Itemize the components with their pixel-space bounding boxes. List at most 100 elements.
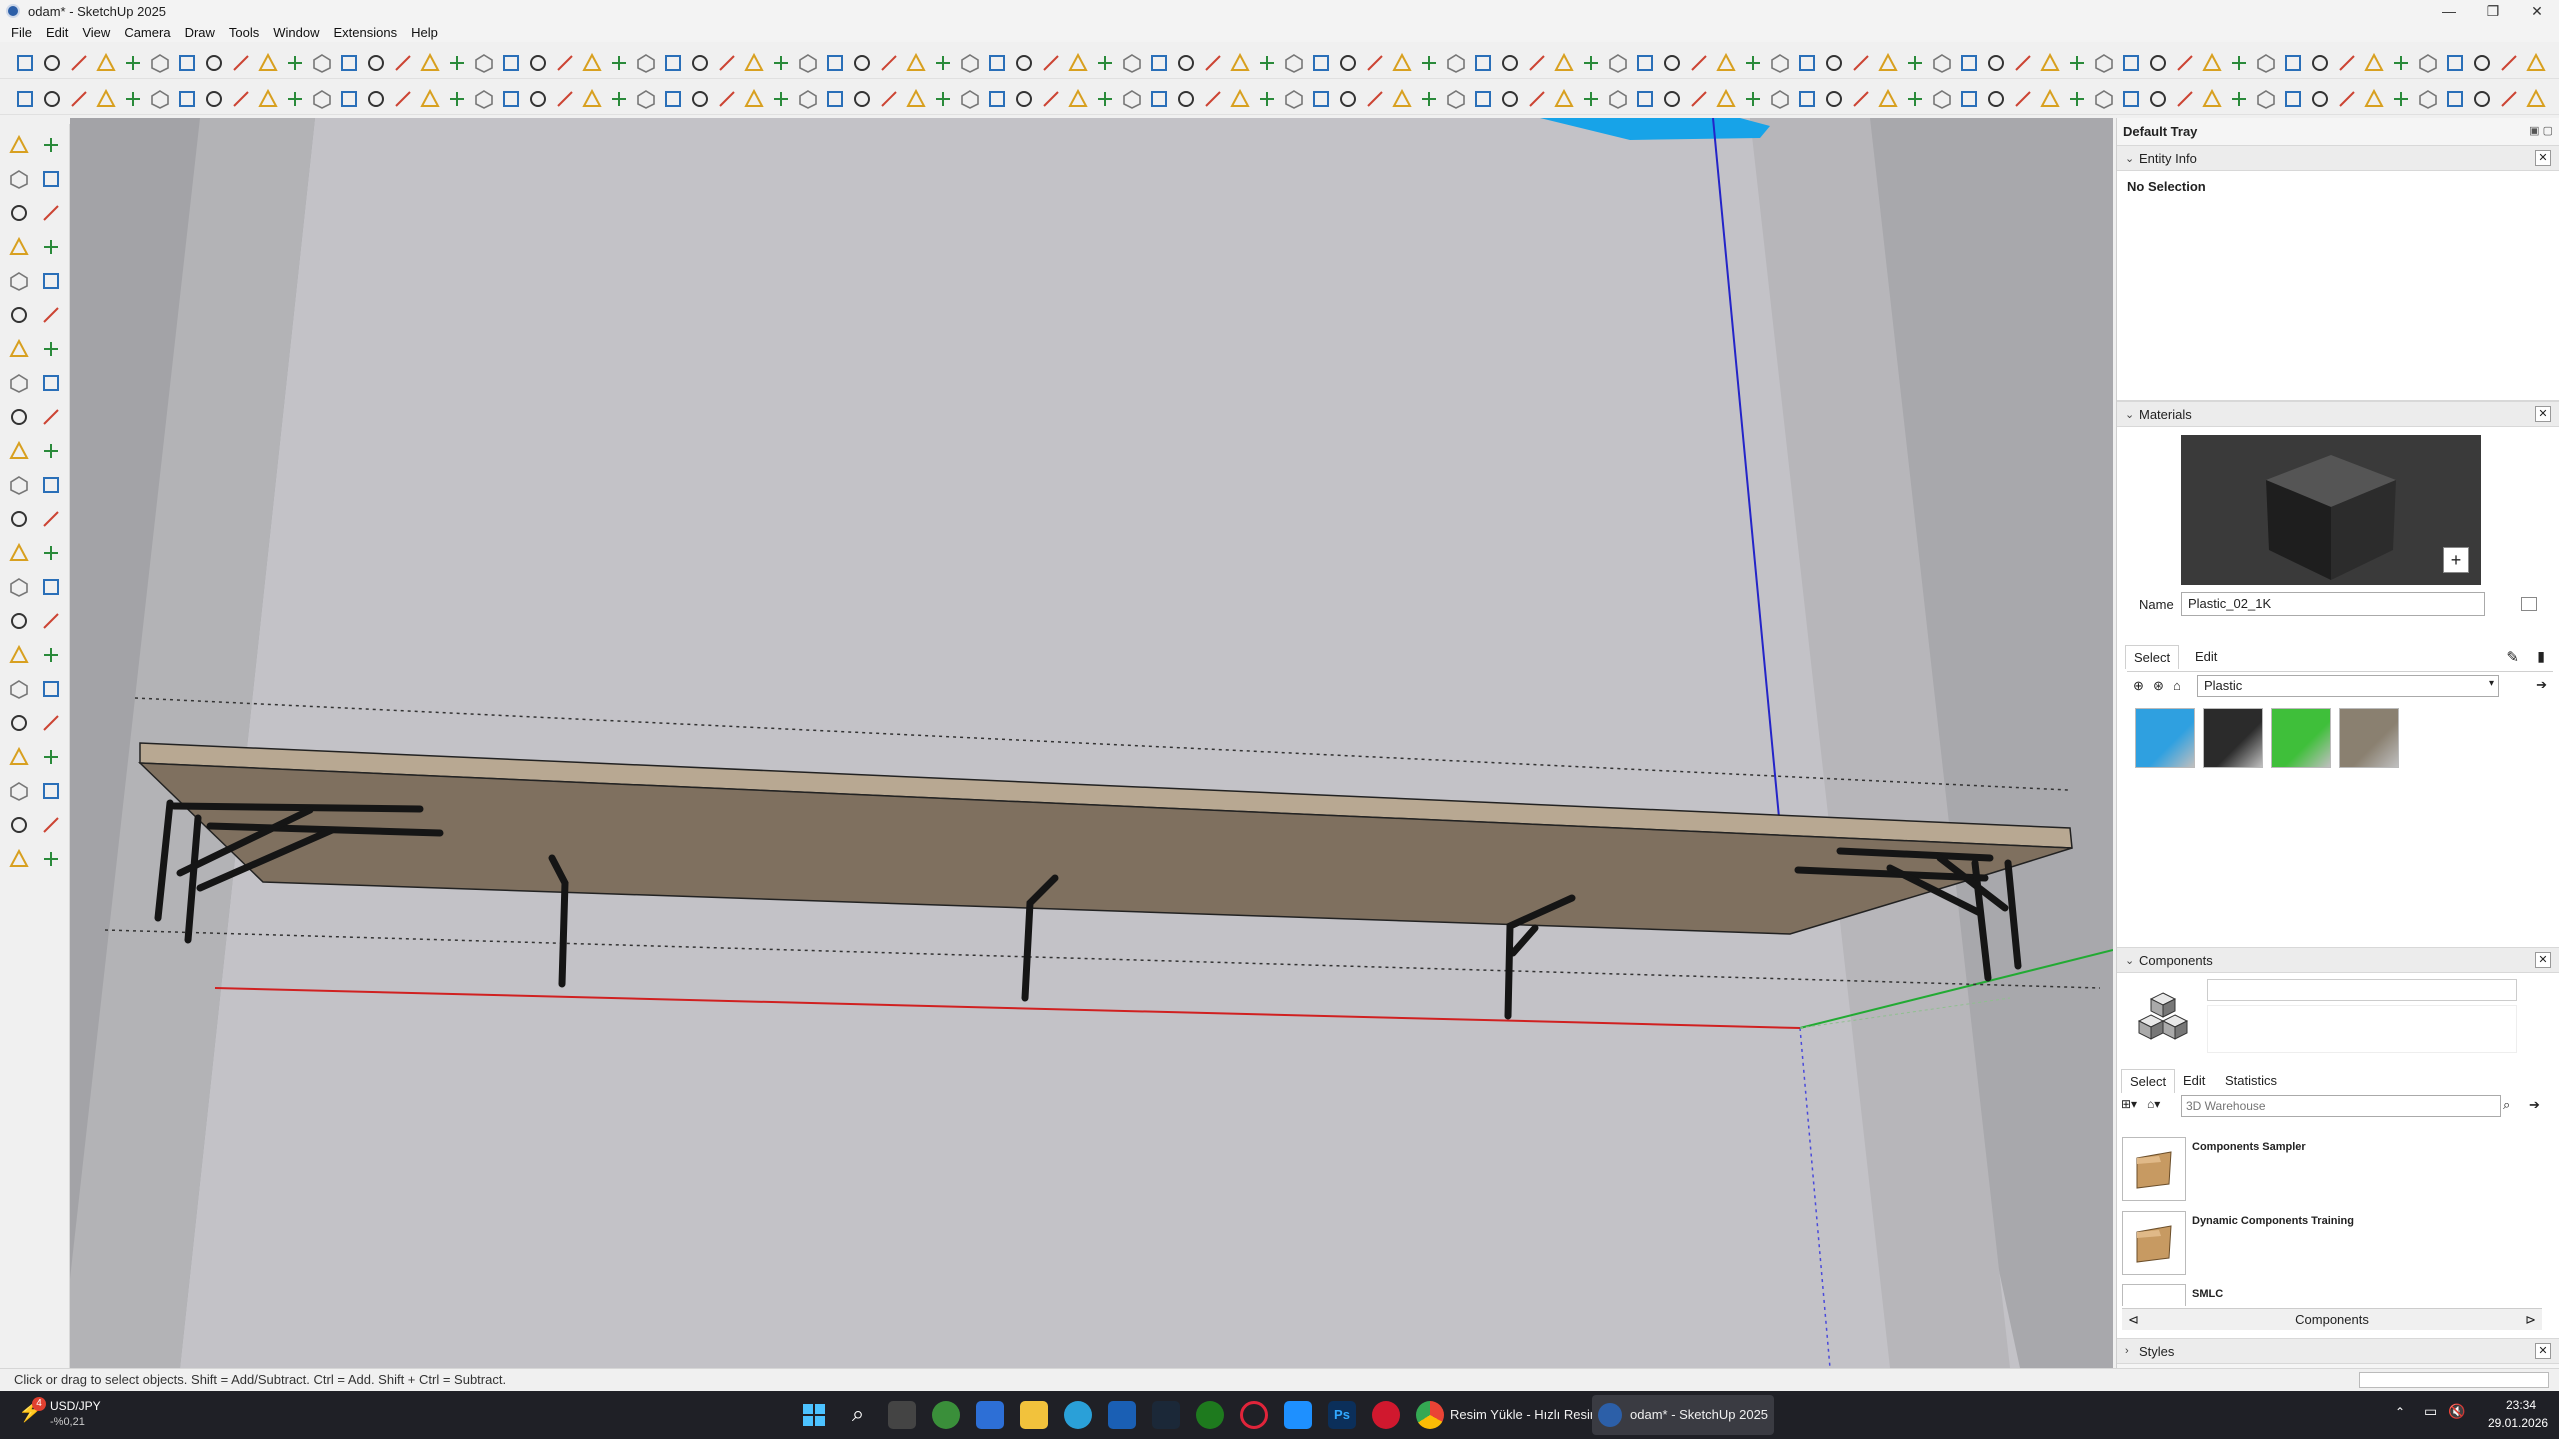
3d-text-icon[interactable]: [797, 88, 819, 110]
component-list-item[interactable]: Dynamic Components Training: [2122, 1211, 2542, 1283]
styles-header[interactable]: › Styles ✕: [2117, 1338, 2559, 1364]
fog-icon[interactable]: [40, 814, 62, 836]
tray-overflow-icon[interactable]: ⌃: [2395, 1405, 2405, 1419]
fog-icon[interactable]: [500, 88, 522, 110]
arc-icon[interactable]: [2201, 52, 2223, 74]
close-icon[interactable]: [2498, 88, 2520, 110]
rotate-icon[interactable]: [176, 52, 198, 74]
line-icon[interactable]: [554, 88, 576, 110]
move-icon[interactable]: [1823, 52, 1845, 74]
3d-text-icon[interactable]: [2417, 52, 2439, 74]
media-player-icon[interactable]: [1372, 1401, 1400, 1429]
forward-arrow-icon[interactable]: ⊳: [2525, 1309, 2536, 1331]
dimension-icon[interactable]: [1526, 52, 1548, 74]
zoom-icon[interactable]: [284, 52, 306, 74]
group-icon[interactable]: [392, 88, 414, 110]
protractor-icon[interactable]: [2363, 52, 2385, 74]
close-icon[interactable]: [1688, 52, 1710, 74]
group-icon[interactable]: [2012, 88, 2034, 110]
close-entity-info-icon[interactable]: ✕: [2535, 150, 2551, 166]
style-icon[interactable]: [1256, 52, 1278, 74]
messenger-icon[interactable]: [1284, 1401, 1312, 1429]
new-icon[interactable]: [824, 88, 846, 110]
text-icon[interactable]: [689, 52, 711, 74]
new-icon[interactable]: [14, 88, 36, 110]
axes-icon[interactable]: [770, 88, 792, 110]
dimension-icon[interactable]: [2336, 88, 2358, 110]
rotate-icon[interactable]: [176, 88, 198, 110]
paint-icon[interactable]: [1715, 52, 1737, 74]
photoshop-icon[interactable]: Ps: [1328, 1401, 1356, 1429]
layer-icon[interactable]: [8, 780, 30, 802]
polygon-icon[interactable]: [40, 406, 62, 428]
line-icon[interactable]: [554, 52, 576, 74]
eraser-icon[interactable]: [122, 88, 144, 110]
component-description-field[interactable]: [2207, 1005, 2517, 1053]
settings-icon[interactable]: [41, 88, 63, 110]
file-explorer-icon[interactable]: [1020, 1401, 1048, 1429]
close-icon[interactable]: [68, 52, 90, 74]
move-icon[interactable]: [1823, 88, 1845, 110]
polygon-icon[interactable]: [2282, 88, 2304, 110]
component-list-item[interactable]: Components Sampler: [2122, 1137, 2542, 1209]
zoom-icon[interactable]: [1904, 88, 1926, 110]
pan-icon[interactable]: [1067, 88, 1089, 110]
zoom-icon[interactable]: [40, 678, 62, 700]
eyedropper-icon[interactable]: ✎: [2506, 648, 2519, 666]
menu-camera[interactable]: Camera: [117, 25, 177, 40]
materials-tab-select[interactable]: Select: [2125, 645, 2180, 669]
arc-icon[interactable]: [8, 372, 30, 394]
xray-icon[interactable]: [527, 52, 549, 74]
material-name-input[interactable]: Plastic_02_1K: [2181, 592, 2485, 616]
materials-tab-edit[interactable]: Edit: [2187, 645, 2225, 668]
arc-icon[interactable]: [1391, 88, 1413, 110]
style-icon[interactable]: [2066, 88, 2088, 110]
protractor-icon[interactable]: [743, 52, 765, 74]
orbit-icon[interactable]: [1040, 52, 1062, 74]
protractor-icon[interactable]: [2363, 88, 2385, 110]
maximize-button[interactable]: ❐: [2471, 0, 2515, 22]
zoom-icon[interactable]: [1904, 52, 1926, 74]
orbit-icon[interactable]: [230, 88, 252, 110]
line-icon[interactable]: [1364, 88, 1386, 110]
protractor-icon[interactable]: [743, 88, 765, 110]
dimension-icon[interactable]: [716, 52, 738, 74]
line-icon[interactable]: [2174, 52, 2196, 74]
protractor-icon[interactable]: [8, 474, 30, 496]
store-icon[interactable]: [976, 1401, 1004, 1429]
edge-icon[interactable]: [1064, 1401, 1092, 1429]
protractor-icon[interactable]: [1553, 88, 1575, 110]
section-icon[interactable]: [338, 88, 360, 110]
section-icon[interactable]: [40, 202, 62, 224]
fog-icon[interactable]: [2120, 88, 2142, 110]
model-viewport[interactable]: [70, 118, 2113, 1368]
shadow-icon[interactable]: [2093, 88, 2115, 110]
close-icon[interactable]: [878, 52, 900, 74]
xray-icon[interactable]: [2147, 88, 2169, 110]
pan-icon[interactable]: [257, 52, 279, 74]
settings-icon[interactable]: [1661, 52, 1683, 74]
xbox-icon[interactable]: [1196, 1401, 1224, 1429]
push-pull-icon[interactable]: [1769, 88, 1791, 110]
pan-icon[interactable]: [257, 88, 279, 110]
push-pull-icon[interactable]: [959, 88, 981, 110]
shadow-icon[interactable]: [8, 304, 30, 326]
ticker-symbol[interactable]: USD/JPY: [50, 1399, 101, 1413]
line-icon[interactable]: [2174, 88, 2196, 110]
component-icon[interactable]: [8, 746, 30, 768]
move-icon[interactable]: [1013, 52, 1035, 74]
material-swatch[interactable]: [2135, 708, 2195, 768]
close-icon[interactable]: [1688, 88, 1710, 110]
close-icon[interactable]: [40, 542, 62, 564]
opera-icon[interactable]: [1240, 1401, 1268, 1429]
group-icon[interactable]: [2012, 52, 2034, 74]
group-icon[interactable]: [392, 52, 414, 74]
entity-info-header[interactable]: ⌄ Entity Info ✕: [2117, 145, 2559, 171]
move-icon[interactable]: [203, 88, 225, 110]
layer-icon[interactable]: [1229, 52, 1251, 74]
close-icon[interactable]: [2498, 52, 2520, 74]
details-arrow-icon[interactable]: ➔: [2529, 1097, 2540, 1113]
pan-icon[interactable]: [8, 168, 30, 190]
new-icon[interactable]: [1634, 88, 1656, 110]
volume-muted-icon[interactable]: 🔇: [2448, 1403, 2465, 1420]
